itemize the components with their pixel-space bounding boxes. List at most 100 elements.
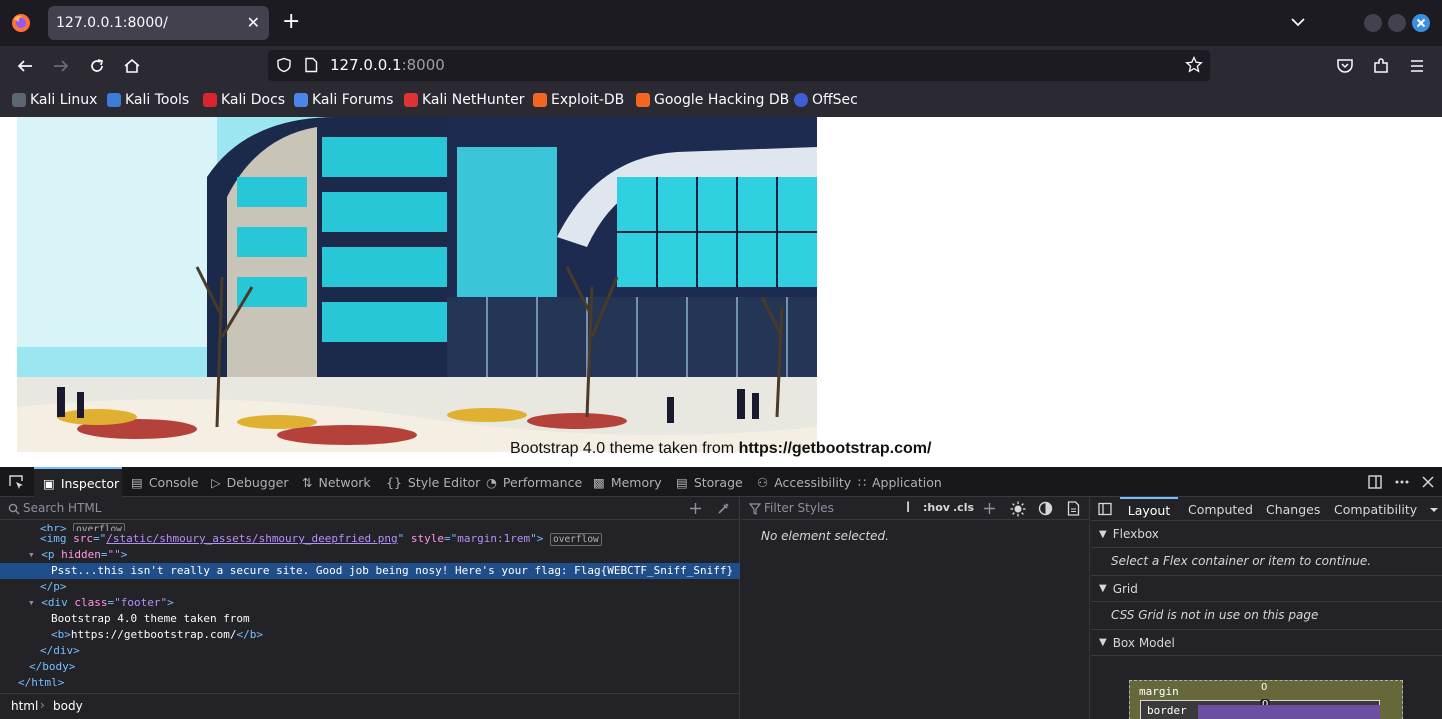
firefox-icon[interactable] bbox=[11, 13, 31, 33]
add-rule-icon[interactable] bbox=[983, 502, 996, 515]
maximize-button[interactable] bbox=[1388, 14, 1406, 32]
tab-style-editor[interactable]: {} Style Editor bbox=[386, 467, 480, 497]
tab-inspector[interactable]: ▣ Inspector bbox=[34, 467, 122, 497]
bookmarks-toolbar: Kali Linux Kali Tools Kali Docs Kali For… bbox=[0, 85, 1442, 117]
overflow-badge[interactable]: overflow bbox=[550, 533, 602, 546]
bookmark-kali-forums[interactable]: Kali Forums bbox=[294, 92, 393, 108]
dock-side-icon[interactable] bbox=[1367, 474, 1383, 490]
tab-storage[interactable]: ▤ Storage bbox=[676, 467, 743, 497]
grid-section-header[interactable]: ▼ Grid bbox=[1091, 575, 1442, 602]
markup-line-div-open[interactable]: ▾ <div class="footer"> bbox=[0, 595, 740, 611]
reload-button[interactable] bbox=[86, 55, 108, 77]
eyedropper-icon[interactable] bbox=[717, 502, 730, 515]
markup-line-html-close[interactable]: </html> bbox=[0, 675, 740, 691]
browser-tab[interactable]: 127.0.0.1:8000/ ✕ bbox=[48, 6, 269, 40]
navigation-toolbar: 127.0.0.1:8000 bbox=[0, 46, 1442, 85]
expand-arrow-icon[interactable]: ▾ bbox=[28, 596, 41, 609]
forward-button[interactable] bbox=[50, 55, 72, 77]
bookmark-kali-nethunter[interactable]: Kali NetHunter bbox=[404, 92, 524, 108]
breadcrumb-item-html[interactable]: html bbox=[11, 699, 38, 713]
markup-line-br[interactable]: <br> overflow bbox=[0, 521, 740, 531]
markup-tag: </p> bbox=[40, 580, 67, 593]
print-media-icon[interactable] bbox=[1067, 501, 1080, 516]
list-all-tabs-icon[interactable] bbox=[1290, 14, 1306, 30]
menu-button[interactable] bbox=[1406, 55, 1428, 77]
debugger-icon: ▷ bbox=[211, 474, 221, 490]
close-devtools-icon[interactable] bbox=[1421, 475, 1435, 489]
pocket-button[interactable] bbox=[1334, 55, 1356, 77]
tab-memory[interactable]: ▩ Memory bbox=[593, 467, 662, 497]
attr-link[interactable]: /static/shmoury_assets/shmoury_deepfried… bbox=[106, 532, 397, 545]
kali-linux-icon bbox=[12, 93, 26, 107]
filter-styles-input[interactable]: Filter Styles bbox=[764, 501, 834, 515]
minimize-button[interactable] bbox=[1364, 14, 1382, 32]
flexbox-section-header[interactable]: ▼ Flexbox bbox=[1091, 521, 1442, 548]
markup-line-b[interactable]: <b>https://getbootstrap.com/</b> bbox=[0, 627, 740, 643]
reload-icon bbox=[91, 59, 104, 72]
hamburger-menu-icon bbox=[1411, 60, 1423, 72]
box-model-section-header[interactable]: ▼ Box Model bbox=[1091, 629, 1442, 656]
url-bar[interactable]: 127.0.0.1:8000 bbox=[268, 50, 1210, 81]
tab-title: 127.0.0.1:8000/ bbox=[56, 15, 168, 31]
attr-value: "" bbox=[107, 548, 121, 561]
url-text[interactable]: 127.0.0.1:8000 bbox=[330, 56, 445, 74]
light-mode-icon[interactable] bbox=[1010, 501, 1026, 517]
markup-line-p-open[interactable]: ▾ <p hidden=""> bbox=[0, 547, 740, 563]
tab-network[interactable]: ⇅ Network bbox=[302, 467, 371, 497]
bookmark-label: Google Hacking DB bbox=[654, 92, 790, 108]
search-html-input[interactable]: Search HTML bbox=[23, 501, 101, 515]
tab-computed[interactable]: Computed bbox=[1188, 497, 1253, 521]
pick-element-icon[interactable] bbox=[8, 474, 25, 491]
markup-line-selected-text[interactable]: Psst...this isn't really a secure site. … bbox=[0, 563, 740, 579]
markup-line-img[interactable]: <img src="/static/shmoury_assets/shmoury… bbox=[0, 531, 740, 547]
border-box: border 0 bbox=[1140, 699, 1380, 719]
close-tab-icon[interactable]: ✕ bbox=[247, 13, 260, 32]
tab-performance[interactable]: ◔ Performance bbox=[486, 467, 582, 497]
extensions-button[interactable] bbox=[1370, 55, 1392, 77]
tab-layout[interactable]: Layout bbox=[1120, 497, 1178, 521]
tab-changes[interactable]: Changes bbox=[1266, 497, 1320, 521]
page-footer: Bootstrap 4.0 theme taken from https://g… bbox=[510, 440, 931, 458]
markup-line-body-close[interactable]: </body> bbox=[0, 659, 740, 675]
markup-line-div-close[interactable]: </div> bbox=[0, 643, 740, 659]
add-node-icon[interactable] bbox=[689, 502, 702, 515]
home-button[interactable] bbox=[121, 55, 143, 77]
overflow-badge[interactable]: overflow bbox=[73, 523, 125, 531]
bookmark-kali-tools[interactable]: Kali Tools bbox=[107, 92, 189, 108]
bookmark-google-hacking-db[interactable]: Google Hacking DB bbox=[636, 92, 789, 108]
page-content: Bootstrap 4.0 theme taken from https://g… bbox=[0, 117, 1442, 467]
page-icon[interactable] bbox=[304, 57, 318, 73]
hover-toggle-button[interactable]: :hov bbox=[923, 501, 950, 514]
back-button[interactable] bbox=[14, 55, 36, 77]
markup-line-text[interactable]: Bootstrap 4.0 theme taken from bbox=[0, 611, 740, 627]
markup-tag: > bbox=[536, 532, 544, 545]
markup-tag: <p bbox=[41, 548, 62, 561]
bookmark-kali-linux[interactable]: Kali Linux bbox=[12, 92, 97, 108]
tab-accessibility[interactable]: ⚇ Accessibility bbox=[757, 467, 851, 497]
bookmark-offsec[interactable]: OffSec bbox=[794, 92, 858, 108]
margin-top-value[interactable]: 0 bbox=[1261, 682, 1267, 693]
tab-application[interactable]: ∷ Application bbox=[858, 467, 942, 497]
breadcrumb: html › body bbox=[0, 693, 740, 719]
markup-line-p-close[interactable]: </p> bbox=[0, 579, 740, 595]
more-options-icon[interactable] bbox=[1394, 474, 1410, 490]
bookmark-kali-docs[interactable]: Kali Docs bbox=[203, 92, 285, 108]
tab-compatibility[interactable]: Compatibility bbox=[1334, 497, 1417, 521]
bookmark-exploit-db[interactable]: Exploit-DB bbox=[533, 92, 624, 108]
class-toggle-button[interactable]: .cls bbox=[953, 501, 974, 514]
tab-console[interactable]: ▤ Console bbox=[131, 467, 198, 497]
bookmark-star-icon[interactable] bbox=[1185, 56, 1203, 74]
attr-value: "footer" bbox=[114, 596, 168, 609]
breadcrumb-item-body[interactable]: body bbox=[53, 699, 83, 713]
tab-debugger[interactable]: ▷ Debugger bbox=[211, 467, 289, 497]
tab-label: Layout bbox=[1127, 502, 1171, 518]
expand-arrow-icon[interactable]: ▾ bbox=[28, 548, 41, 561]
chevron-down-icon[interactable] bbox=[1429, 506, 1439, 514]
shield-icon[interactable] bbox=[276, 57, 292, 73]
new-tab-button[interactable]: + bbox=[282, 9, 300, 35]
dark-mode-icon[interactable] bbox=[1038, 501, 1053, 516]
close-window-button[interactable] bbox=[1412, 14, 1430, 32]
home-icon bbox=[124, 58, 140, 73]
markup-search-bar[interactable]: Search HTML bbox=[0, 497, 740, 520]
toggle-sidebar-icon[interactable] bbox=[1098, 502, 1112, 516]
